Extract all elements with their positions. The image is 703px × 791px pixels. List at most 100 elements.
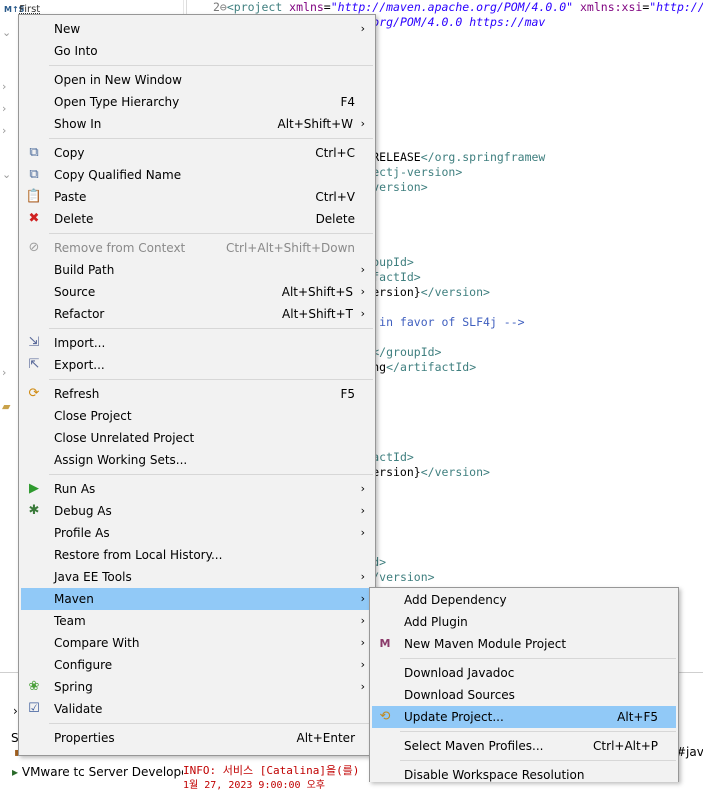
menu-item-label: Close Unrelated Project bbox=[54, 431, 195, 445]
menu-item-remove-from-context[interactable]: ⊘ Remove from Context Ctrl+Alt+Shift+Down bbox=[21, 237, 373, 259]
menu-item-label: Refresh bbox=[54, 387, 100, 401]
run-icon: ▶ bbox=[29, 481, 39, 496]
menu-item-open-type-hierarchy[interactable]: Open Type Hierarchy F4 bbox=[21, 91, 373, 113]
shortcut-label: F4 bbox=[340, 95, 355, 109]
menu-item-new[interactable]: New › bbox=[21, 18, 373, 40]
menu-item-label: Open in New Window bbox=[54, 73, 182, 87]
shortcut-label: Ctrl+Alt+Shift+Down bbox=[225, 241, 355, 255]
submenu-arrow-icon: › bbox=[360, 22, 365, 35]
menu-item-open-in-new-window[interactable]: Open in New Window bbox=[21, 69, 373, 91]
menu-item-export[interactable]: ⇱ Export... bbox=[21, 354, 373, 376]
remove-context-icon: ⊘ bbox=[28, 240, 40, 255]
menu-item-label: Team bbox=[54, 614, 86, 628]
code-token: </org.springframew bbox=[420, 150, 546, 164]
code-token: </version> bbox=[420, 465, 490, 479]
menu-item-java-ee-tools[interactable]: Java EE Tools › bbox=[21, 566, 373, 588]
menu-item-label: Export... bbox=[54, 358, 105, 372]
copy-icon: ⧉ bbox=[29, 145, 39, 160]
collapse-arrow-icon[interactable]: › bbox=[2, 124, 6, 137]
menu-item-restore-from-local-history[interactable]: Restore from Local History... bbox=[21, 544, 373, 566]
menu-item-show-in[interactable]: Show In Alt+Shift+W › bbox=[21, 113, 373, 135]
menu-item-configure[interactable]: Configure › bbox=[21, 654, 373, 676]
spring-icon: ❀ bbox=[28, 679, 40, 694]
shortcut-label: Ctrl+C bbox=[315, 146, 355, 160]
menu-item-profile-as[interactable]: Profile As › bbox=[21, 522, 373, 544]
submenu-arrow-icon: › bbox=[360, 658, 365, 671]
shortcut-label: Delete bbox=[315, 212, 355, 226]
menu-item-label: Open Type Hierarchy bbox=[54, 95, 180, 109]
menu-item-label: Import... bbox=[54, 336, 106, 350]
menu-item-team[interactable]: Team › bbox=[21, 610, 373, 632]
menu-item-properties[interactable]: Properties Alt+Enter bbox=[21, 727, 373, 749]
menu-separator bbox=[400, 731, 676, 732]
menu-item-add-plugin[interactable]: Add Plugin bbox=[372, 611, 676, 633]
menu-item-assign-working-sets[interactable]: Assign Working Sets... bbox=[21, 449, 373, 471]
shortcut-label: Alt+Enter bbox=[296, 731, 355, 745]
server-label[interactable]: VMware tc Server Develope bbox=[22, 765, 189, 779]
menu-item-import[interactable]: ⇲ Import... bbox=[21, 332, 373, 354]
menu-item-select-maven-profiles[interactable]: Select Maven Profiles... Ctrl+Alt+P bbox=[372, 735, 676, 757]
collapse-arrow-icon[interactable]: › bbox=[2, 366, 6, 379]
menu-item-refactor[interactable]: Refactor Alt+Shift+T › bbox=[21, 303, 373, 325]
menu-item-copy-qualified-name[interactable]: ⧉ Copy Qualified Name bbox=[21, 164, 373, 186]
menu-item-go-into[interactable]: Go Into bbox=[21, 40, 373, 62]
collapse-arrow-icon[interactable]: › bbox=[2, 80, 6, 93]
server-row[interactable]: ▸ VMware tc Server Develope bbox=[12, 765, 189, 779]
menu-item-source[interactable]: Source Alt+Shift+S › bbox=[21, 281, 373, 303]
shortcut-label: F5 bbox=[340, 387, 355, 401]
menu-item-label: Add Plugin bbox=[404, 615, 468, 629]
expand-arrow-icon[interactable]: ⌄ bbox=[2, 168, 11, 181]
shortcut-label: Alt+Shift+T bbox=[282, 307, 353, 321]
menu-item-label: Spring bbox=[54, 680, 93, 694]
code-line[interactable]: 2⊖<project xmlns="http://maven.apache.or… bbox=[213, 0, 703, 15]
console-output-line: 1월 27, 2023 9:00:00 오후 bbox=[183, 780, 325, 791]
menu-item-label: Select Maven Profiles... bbox=[404, 739, 544, 753]
menu-item-label: Copy bbox=[54, 146, 85, 160]
menu-item-compare-with[interactable]: Compare With › bbox=[21, 632, 373, 654]
menu-separator bbox=[49, 723, 373, 724]
export-icon: ⇱ bbox=[28, 357, 40, 372]
menu-item-copy[interactable]: ⧉ Copy Ctrl+C bbox=[21, 142, 373, 164]
collapse-arrow-icon[interactable]: › bbox=[2, 102, 6, 115]
code-token: xmlns bbox=[289, 0, 324, 14]
menu-item-download-sources[interactable]: Download Sources bbox=[372, 684, 676, 706]
menu-item-build-path[interactable]: Build Path › bbox=[21, 259, 373, 281]
menu-item-maven[interactable]: Maven › bbox=[21, 588, 373, 610]
submenu-arrow-icon: › bbox=[360, 680, 365, 693]
menu-item-close-project[interactable]: Close Project bbox=[21, 405, 373, 427]
line-number: 2⊖ bbox=[213, 0, 227, 14]
debug-icon: ✱ bbox=[28, 503, 40, 518]
shortcut-label: Alt+Shift+S bbox=[281, 285, 353, 299]
menu-item-label: Build Path bbox=[54, 263, 115, 277]
menu-item-debug-as[interactable]: ✱ Debug As › bbox=[21, 500, 373, 522]
menu-separator bbox=[49, 138, 373, 139]
menu-item-label: Properties bbox=[54, 731, 115, 745]
submenu-arrow-icon: › bbox=[360, 285, 365, 298]
submenu-arrow-icon: › bbox=[360, 482, 365, 495]
expand-arrow-icon[interactable]: ⌄ bbox=[2, 26, 11, 39]
menu-item-refresh[interactable]: ⟳ Refresh F5 bbox=[21, 383, 373, 405]
menu-item-paste[interactable]: 📋 Paste Ctrl+V bbox=[21, 186, 373, 208]
menu-item-delete[interactable]: ✖ Delete Delete bbox=[21, 208, 373, 230]
menu-item-label: Java EE Tools bbox=[54, 570, 132, 584]
menu-item-disable-workspace-resolution[interactable]: Disable Workspace Resolution bbox=[372, 764, 676, 786]
menu-item-label: Copy Qualified Name bbox=[54, 168, 182, 182]
paste-icon: 📋 bbox=[25, 189, 43, 204]
menu-item-close-unrelated-project[interactable]: Close Unrelated Project bbox=[21, 427, 373, 449]
menu-item-label: Disable Workspace Resolution bbox=[404, 768, 585, 782]
submenu-arrow-icon: › bbox=[360, 570, 365, 583]
menu-item-label: Restore from Local History... bbox=[54, 548, 223, 562]
menu-item-spring[interactable]: ❀ Spring › bbox=[21, 676, 373, 698]
menu-item-validate[interactable]: ☑ Validate bbox=[21, 698, 373, 720]
menu-item-new-maven-module-project[interactable]: M New Maven Module Project bbox=[372, 633, 676, 655]
submenu-arrow-icon: › bbox=[360, 636, 365, 649]
menu-item-add-dependency[interactable]: Add Dependency bbox=[372, 589, 676, 611]
shortcut-label: Alt+F5 bbox=[617, 710, 658, 724]
menu-item-label: Update Project... bbox=[404, 710, 504, 724]
menu-item-update-project[interactable]: ⟲ Update Project... Alt+F5 bbox=[372, 706, 676, 728]
menu-item-label: Close Project bbox=[54, 409, 132, 423]
menu-item-download-javadoc[interactable]: Download Javadoc bbox=[372, 662, 676, 684]
menu-item-run-as[interactable]: ▶ Run As › bbox=[21, 478, 373, 500]
menu-separator bbox=[49, 328, 373, 329]
menu-item-label: Source bbox=[54, 285, 96, 299]
